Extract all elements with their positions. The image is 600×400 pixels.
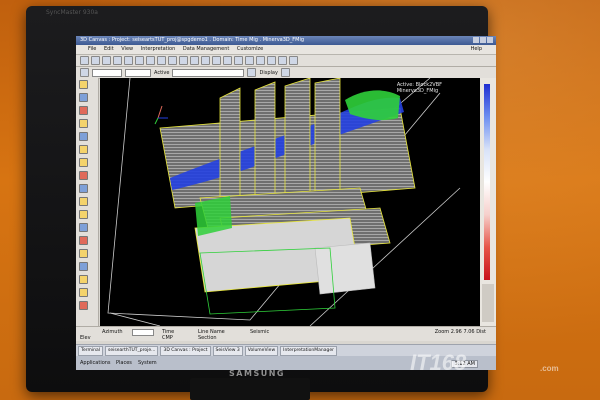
colorbar-gradient [484,84,490,280]
color-tool-icon[interactable] [79,301,88,310]
cut-icon[interactable] [113,56,122,65]
menu-file[interactable]: File [88,46,96,52]
zoom-icon[interactable] [201,56,210,65]
3d-canvas[interactable]: Active: Block2VBF Minerva3D_FMig [100,78,480,326]
window-title: 3D Canvas : Project: seiseartsTUT_proj@s… [80,37,305,43]
move-tool-icon[interactable] [79,197,88,206]
watermark-text: IT168 [410,350,467,375]
monitor-stand [190,378,310,400]
watermark: IT168 .com [410,350,570,380]
light-icon[interactable] [278,56,287,65]
menu-view[interactable]: View [121,46,133,52]
redo-icon[interactable] [157,56,166,65]
menu-customize[interactable]: CustomIze [237,46,263,52]
pencil-tool-icon[interactable] [79,106,88,115]
pan-icon[interactable] [190,56,199,65]
rotate-tool-icon[interactable] [79,158,88,167]
search-icon[interactable] [280,68,290,77]
well-icon[interactable] [256,56,265,65]
camera-icon[interactable] [289,56,298,65]
monitor-model-label: SyncMaster 930a [46,9,98,16]
maximize-button[interactable] [480,37,486,43]
menu-edit[interactable]: Edit [104,46,114,52]
zoom-value[interactable]: 2.96 [451,329,462,335]
minimize-button[interactable] [473,37,479,43]
azimuth-input[interactable] [132,329,154,336]
slice-icon[interactable] [223,56,232,65]
main-toolbar [76,55,496,67]
watermark-domain: .com [540,364,559,373]
select-icon[interactable] [168,56,177,65]
fault-icon[interactable] [245,56,254,65]
dist-label: Dist [476,329,486,335]
taskbar-item[interactable]: InterpretationManager [280,346,337,356]
taskbar-item[interactable]: SeisView 3 [212,346,243,356]
well-tool-icon[interactable] [79,262,88,271]
measure-tool-icon[interactable] [79,132,88,141]
undo-icon[interactable] [146,56,155,65]
fault-tool-icon[interactable] [79,236,88,245]
screen: 3D Canvas : Project: seiseartsTUT_proj@s… [76,36,496,370]
tool-palette [76,78,99,328]
horizon-tool-icon[interactable] [79,249,88,258]
rotate-icon[interactable] [179,56,188,65]
system-menu[interactable]: System [138,360,157,366]
volume-select[interactable] [125,68,151,77]
light-tool-icon[interactable] [79,275,88,284]
seismic-label: Seismic [250,329,270,335]
taskbar-item[interactable]: seisearthTUT_proje... [105,346,159,356]
zoom-label: Zoom [434,329,450,335]
colorbar-scale-control[interactable] [482,284,494,322]
taskbar-item[interactable]: 3D Canvas : Project [160,346,211,356]
places-menu[interactable]: Places [116,360,132,366]
window-titlebar[interactable]: 3D Canvas : Project: seiseartsTUT_proj@s… [76,36,496,45]
horizon-icon[interactable] [234,56,243,65]
grid-tool-icon[interactable] [79,210,88,219]
elev-label: Elev [80,335,91,341]
menu-interpretation[interactable]: Interpretation [141,46,176,52]
open-icon[interactable] [80,56,89,65]
menu-help[interactable]: Help [471,45,482,54]
cmp-label: CMP [162,335,173,341]
menubar: File Edit View Interpretation Data Manag… [76,45,496,55]
dist-value[interactable]: 7.06 [463,329,474,335]
active-volume-label: Active: Block2VBF Minerva3D_FMig [397,82,442,94]
monitor: SyncMaster 930a 3D Canvas : Project: sei… [26,6,496,392]
layer-select[interactable] [92,68,122,77]
paint-tool-icon[interactable] [79,171,88,180]
print-icon[interactable] [102,56,111,65]
crosshair-tool-icon[interactable] [79,184,88,193]
active-volume-line2: Minerva3D_FMig [396,88,439,94]
eraser-tool-icon[interactable] [79,119,88,128]
amplitude-colorbar [480,78,496,328]
taskbar-item[interactable]: Terminal [78,346,104,356]
save-icon[interactable] [91,56,100,65]
camera-tool-icon[interactable] [79,288,88,297]
layer-icon[interactable] [80,68,89,77]
pointer-tool-icon[interactable] [79,80,88,89]
zoom-tool-icon[interactable] [79,145,88,154]
section-label: Section [198,335,217,341]
status-row: Azimuth Elev Time CMP Line Name Section … [76,326,496,341]
azimuth-label: Azimuth [102,329,123,335]
pick-tool-icon[interactable] [79,93,88,102]
menu-data-management[interactable]: Data Management [183,46,229,52]
zoom-readout: Zoom 2.96 7.06 Dist [435,329,486,335]
taskbar-item[interactable]: VolumeView [244,346,279,356]
home-view-icon[interactable] [212,56,221,65]
copy-icon[interactable] [124,56,133,65]
display-icon[interactable] [247,68,257,77]
grid-icon[interactable] [267,56,276,65]
active-label: Active [154,69,170,76]
display-label: Display [259,69,278,76]
paste-icon[interactable] [135,56,144,65]
applications-menu[interactable]: Applications [80,360,111,366]
seismic-volume-render [107,78,461,326]
close-button[interactable] [487,37,493,43]
active-select[interactable] [172,68,245,77]
slice-tool-icon[interactable] [79,223,88,232]
